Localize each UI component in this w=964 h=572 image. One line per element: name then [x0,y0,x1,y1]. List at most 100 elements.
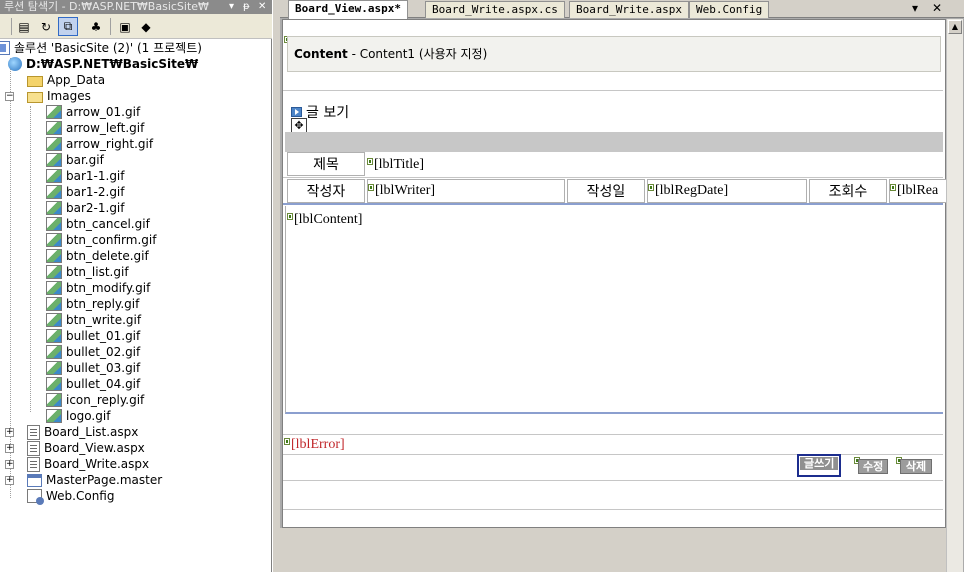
tree-item-project[interactable]: D:₩ASP.NET₩BasicSite₩ [8,56,198,72]
writer-label-cell: 작성자 [287,179,365,203]
lbl-error-field[interactable]: [lblError] [284,435,345,455]
tree-item-image[interactable]: logo.gif [46,408,110,424]
tab-web-config[interactable]: Web.Config [689,1,770,18]
scroll-up-icon[interactable]: ▲ [948,20,962,34]
tree-item-label: Board_Write.aspx [44,457,150,471]
tree-item-app-data[interactable]: App_Data [27,72,105,88]
tree-item-image[interactable]: bar1-1.gif [46,168,125,184]
view-designer-icon[interactable]: ▣ [115,17,135,36]
modify-button[interactable]: 수정 [858,459,889,474]
tree-item-web-config[interactable]: Web.Config [27,488,114,505]
tree-item-label: bullet_04.gif [66,377,141,391]
table-border [283,90,943,91]
lbl-title-field[interactable]: [lblTitle] [367,154,947,176]
tree-item-image[interactable]: bullet_02.gif [46,344,140,360]
tree-item-board-list[interactable]: Board_List.aspx [27,424,138,440]
tab-list-dropdown-icon[interactable]: ▾ [912,1,918,15]
image-file-icon [46,313,62,327]
tree-item-label: btn_delete.gif [66,249,149,263]
lbl-content-field[interactable]: [lblContent] [287,210,362,230]
expand-icon[interactable]: + [5,460,14,469]
nest-related-files-icon[interactable]: ⧉ [58,17,78,36]
image-file-icon [46,185,62,199]
tree-item-image[interactable]: icon_reply.gif [46,392,144,408]
asp-net-configuration-icon[interactable]: ◆ [136,17,156,36]
tree-item-image[interactable]: bullet_04.gif [46,376,140,392]
tab-board-write-aspx[interactable]: Board_Write.aspx [569,1,689,18]
expand-icon[interactable]: + [5,428,14,437]
tree-item-label: bullet_01.gif [66,329,141,343]
tree-item-label: Board_List.aspx [44,425,139,439]
tab-board-write-aspx-cs[interactable]: Board_Write.aspx.cs [425,1,565,18]
tree-item-label: btn_list.gif [66,265,129,279]
lbl-content-id: lblContent [298,212,358,227]
title-bar-divider [285,132,943,152]
tree-item-solution[interactable]: 솔루션 'BasicSite (2)' (1 프로젝트) [0,40,202,56]
tree-item-image[interactable]: btn_confirm.gif [46,232,156,248]
image-file-icon [46,201,62,215]
tree-item-label: bar1-1.gif [66,169,125,183]
pane-menu-icon[interactable]: ▾ [229,0,234,14]
view-class-diagram-icon[interactable]: ♣ [86,17,106,36]
tree-item-label: bullet_03.gif [66,361,141,375]
solution-explorer: 루션 탐색기 - D:₩ASP.NET₩BasicSite₩ ▾ ᵽ ✕ ▏ ▤… [0,0,272,572]
tree-item-label: bar2-1.gif [66,201,125,215]
write-button[interactable]: 글쓰기 [797,454,842,477]
close-document-icon[interactable]: ✕ [932,1,942,15]
vertical-scrollbar[interactable]: ▲ [946,19,963,572]
tree-item-image[interactable]: btn_delete.gif [46,248,149,264]
folder-open-icon [27,91,43,103]
lbl-readcount-field[interactable]: [lblRea [889,179,947,203]
collapse-icon[interactable]: − [5,92,14,101]
close-icon[interactable]: ✕ [258,0,266,14]
expand-icon[interactable]: + [5,444,14,453]
toolbar-separator [11,18,12,35]
tree-item-image[interactable]: btn_write.gif [46,312,141,328]
tree-item-board-view[interactable]: Board_View.aspx [27,440,145,456]
expand-icon[interactable]: + [5,476,14,485]
image-file-icon [46,361,62,375]
pane-splitter[interactable] [272,0,280,572]
tree-item-label: App_Data [47,73,106,87]
tree-item-image[interactable]: btn_modify.gif [46,280,150,296]
tree-item-image[interactable]: btn_reply.gif [46,296,139,312]
tree-item-image[interactable]: arrow_01.gif [46,104,140,120]
pin-icon[interactable]: ᵽ [243,0,250,14]
refresh-icon[interactable]: ↻ [36,17,56,36]
tree-item-image[interactable]: btn_cancel.gif [46,216,150,232]
tree-item-label: btn_cancel.gif [66,217,150,231]
tree-item-master-page[interactable]: MasterPage.master [27,472,162,488]
lbl-writer-field[interactable]: [lblWriter] [367,179,565,203]
tree-item-image[interactable]: arrow_left.gif [46,120,144,136]
tab-board-view-aspx[interactable]: Board_View.aspx* [288,0,408,19]
toolbar-separator [110,18,111,35]
image-file-icon [46,217,62,231]
copy-web-site-icon[interactable]: ▤ [14,17,34,36]
lbl-regdate-id: lblRegDate [659,183,724,198]
tree-item-image[interactable]: bar.gif [46,152,104,168]
control-glyph-icon [368,183,374,191]
tree-item-board-write[interactable]: Board_Write.aspx [27,456,149,472]
tree-item-image[interactable]: btn_list.gif [46,264,129,280]
image-file-icon [46,265,62,279]
ide-window: 루션 탐색기 - D:₩ASP.NET₩BasicSite₩ ▾ ᵽ ✕ ▏ ▤… [0,0,964,572]
tree-item-image[interactable]: bullet_01.gif [46,328,140,344]
delete-button[interactable]: 삭제 [900,459,932,474]
tree-item-label: MasterPage.master [46,473,163,487]
tree-item-image[interactable]: bar2-1.gif [46,200,125,216]
image-file-icon [46,137,62,151]
image-file-icon [46,297,62,311]
tree-item-images[interactable]: Images [27,88,91,104]
web-project-icon [8,57,22,71]
tree-item-label: btn_write.gif [66,313,142,327]
tree-item-image[interactable]: bullet_03.gif [46,360,140,376]
tree-item-label: logo.gif [66,409,111,423]
tree-item-label: D:₩ASP.NET₩BasicSite₩ [26,57,199,71]
design-surface[interactable]: Content - Content1 (사용자 지정) 글 보기 ✥ 제목 [l… [282,19,947,528]
tree-item-image[interactable]: bar1-2.gif [46,184,125,200]
content-placeholder-header: Content - Content1 (사용자 지정) [287,36,941,72]
tree-item-label: arrow_right.gif [66,137,154,151]
control-glyph-icon [367,157,373,165]
lbl-regdate-field[interactable]: [lblRegDate] [647,179,807,203]
tree-item-image[interactable]: arrow_right.gif [46,136,153,152]
